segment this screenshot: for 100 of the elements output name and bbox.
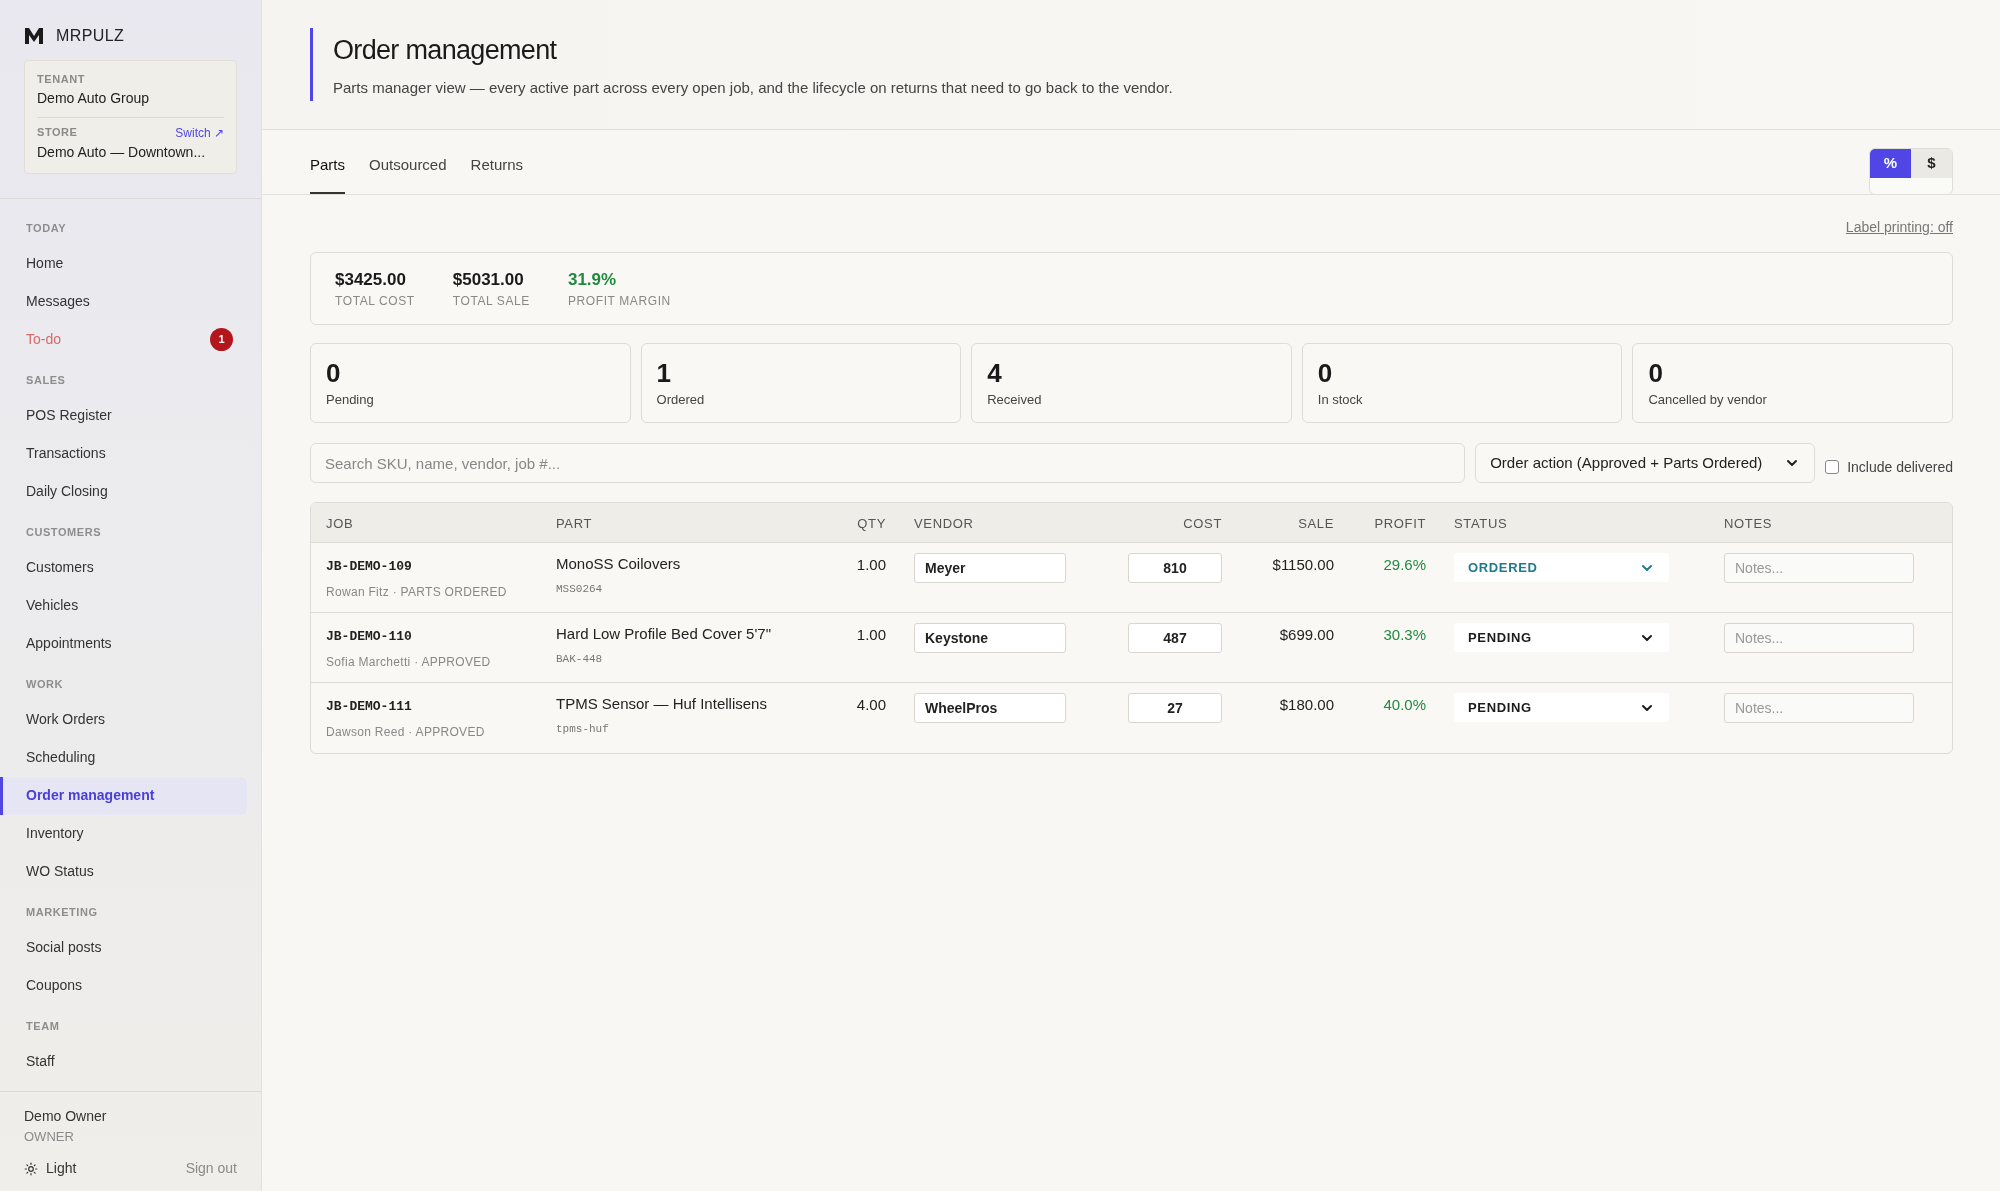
notes-field[interactable]: Notes... <box>1724 623 1914 653</box>
cost-field[interactable]: 27 <box>1128 693 1222 723</box>
nav-item[interactable]: Home <box>0 244 247 283</box>
store-name: Demo Auto — Downtown... <box>37 142 207 162</box>
cost-field[interactable]: 487 <box>1128 623 1222 653</box>
nav-section-heading: WORK <box>25 677 65 693</box>
nav-item[interactable]: Daily Closing <box>0 472 247 511</box>
page-subtitle: Parts manager view — every active part across every open job, and the lifecycle on returns that need to go back to the vendor. <box>333 77 1174 98</box>
column-header: JOB <box>326 515 354 531</box>
job-number: JB-DEMO-110 <box>326 628 413 646</box>
logo-icon <box>24 27 44 45</box>
qty-cell: 1.00 <box>856 626 886 643</box>
vendor-field[interactable]: WheelPros <box>914 693 1066 723</box>
user-role: OWNER <box>24 1127 75 1146</box>
part-name: MonoSS Coilovers <box>556 554 682 574</box>
nav-item[interactable]: Order management <box>0 776 247 815</box>
store-label: STORE <box>37 125 78 141</box>
part-name: TPMS Sensor — Huf Intellisens <box>556 694 768 714</box>
sun-icon <box>24 1161 38 1176</box>
nav-item[interactable]: Social posts <box>0 928 247 967</box>
toggle-option[interactable]: $ <box>1911 149 1952 178</box>
brand-name: MRPULZ <box>56 26 125 46</box>
column-header: PART <box>556 515 593 531</box>
nav-section-heading: MARKETING <box>25 905 99 921</box>
page-title: Order management <box>333 34 558 67</box>
summary-label: TOTAL COST <box>335 293 415 311</box>
column-header: VENDOR <box>914 515 974 531</box>
count-label: Pending <box>326 391 375 409</box>
count-value: 0 <box>1317 357 1334 390</box>
column-header: STATUS <box>1454 515 1508 531</box>
status-select[interactable]: PENDING <box>1454 693 1669 722</box>
nav-item[interactable]: Work Orders <box>0 700 247 739</box>
column-header: COST <box>1183 515 1222 531</box>
search-field[interactable]: Search SKU, name, vendor, job #... <box>310 443 1466 483</box>
label-printing-link[interactable]: Label printing: off <box>1845 217 1953 238</box>
nav-item[interactable]: Transactions <box>0 434 247 473</box>
summary-label: PROFIT MARGIN <box>567 293 671 311</box>
order-action-select[interactable]: Order action (Approved + Parts Ordered) <box>1475 443 1816 483</box>
nav-item[interactable]: Coupons <box>0 966 247 1005</box>
nav-item[interactable]: POS Register <box>0 396 247 435</box>
part-sku: tpms-huf <box>556 721 610 737</box>
nav-item[interactable]: Vehicles <box>0 586 247 625</box>
nav-item[interactable]: To-do 1 <box>0 320 247 359</box>
column-header: SALE <box>1298 515 1334 531</box>
summary-value: $3425.00 <box>335 268 407 291</box>
profit-cell: 30.3% <box>1383 626 1426 643</box>
job-customer: Sofia Marchetti · APPROVED <box>326 653 492 671</box>
count-label: In stock <box>1317 391 1364 409</box>
tab[interactable]: Returns <box>470 153 524 194</box>
summary-value: 31.9% <box>567 268 618 291</box>
sale-cell: $180.00 <box>1279 696 1334 713</box>
nav-item[interactable]: Appointments <box>0 624 247 663</box>
part-name: Hard Low Profile Bed Cover 5'7" <box>556 624 772 644</box>
sale-cell: $699.00 <box>1279 626 1334 643</box>
nav-item[interactable]: Customers <box>0 548 247 587</box>
tenant-label: TENANT <box>37 72 86 87</box>
status-select[interactable]: PENDING <box>1454 623 1669 652</box>
include-delivered-label: Include delivered <box>1847 457 1953 477</box>
nav-item[interactable]: Messages <box>0 282 247 321</box>
job-number: JB-DEMO-111 <box>326 698 413 716</box>
count-label: Ordered <box>656 391 706 409</box>
theme-toggle[interactable]: Light <box>24 1158 77 1179</box>
count-value: 0 <box>1648 357 1664 390</box>
user-name: Demo Owner <box>24 1106 108 1126</box>
count-value: 0 <box>326 357 342 390</box>
part-sku: MSS0264 <box>556 581 604 597</box>
switch-link[interactable]: Switch ↗ <box>175 123 224 142</box>
tab[interactable]: Parts <box>310 153 345 194</box>
count-value: 4 <box>987 357 1003 390</box>
nav-item[interactable]: WO Status <box>0 852 247 891</box>
summary-label: TOTAL SALE <box>452 293 530 311</box>
nav-section-heading: TODAY <box>25 221 68 237</box>
tab[interactable]: Outsourced <box>369 153 447 194</box>
notes-field[interactable]: Notes... <box>1724 693 1914 723</box>
qty-cell: 1.00 <box>856 556 886 573</box>
include-delivered-checkbox[interactable] <box>1825 460 1840 474</box>
tenant-name: Demo Auto Group <box>37 88 151 108</box>
nav-item[interactable]: Staff <box>0 1042 247 1081</box>
column-header: NOTES <box>1724 515 1773 531</box>
count-label: Cancelled by vendor <box>1648 391 1768 409</box>
status-select[interactable]: ORDERED <box>1454 553 1669 582</box>
job-customer: Dawson Reed · APPROVED <box>326 723 486 741</box>
vendor-field[interactable]: Keystone <box>914 623 1066 653</box>
count-badge: 1 <box>210 328 233 351</box>
column-header: QTY <box>857 515 886 531</box>
nav-item[interactable]: Scheduling <box>0 738 247 777</box>
column-header: PROFIT <box>1374 515 1426 531</box>
toggle-option[interactable]: % <box>1870 149 1911 178</box>
cost-field[interactable]: 810 <box>1128 553 1222 583</box>
part-sku: BAK-448 <box>556 651 604 667</box>
nav-section-heading: SALES <box>25 373 67 389</box>
notes-field[interactable]: Notes... <box>1724 553 1914 583</box>
count-label: Received <box>987 391 1043 409</box>
profit-cell: 40.0% <box>1383 696 1426 713</box>
nav-section-heading: TEAM <box>25 1019 61 1035</box>
nav-item[interactable]: Inventory <box>0 814 247 853</box>
summary-value: $5031.00 <box>452 268 525 291</box>
count-value: 1 <box>656 357 673 390</box>
job-customer: Rowan Fitz · PARTS ORDERED <box>326 583 508 601</box>
vendor-field[interactable]: Meyer <box>914 553 1066 583</box>
